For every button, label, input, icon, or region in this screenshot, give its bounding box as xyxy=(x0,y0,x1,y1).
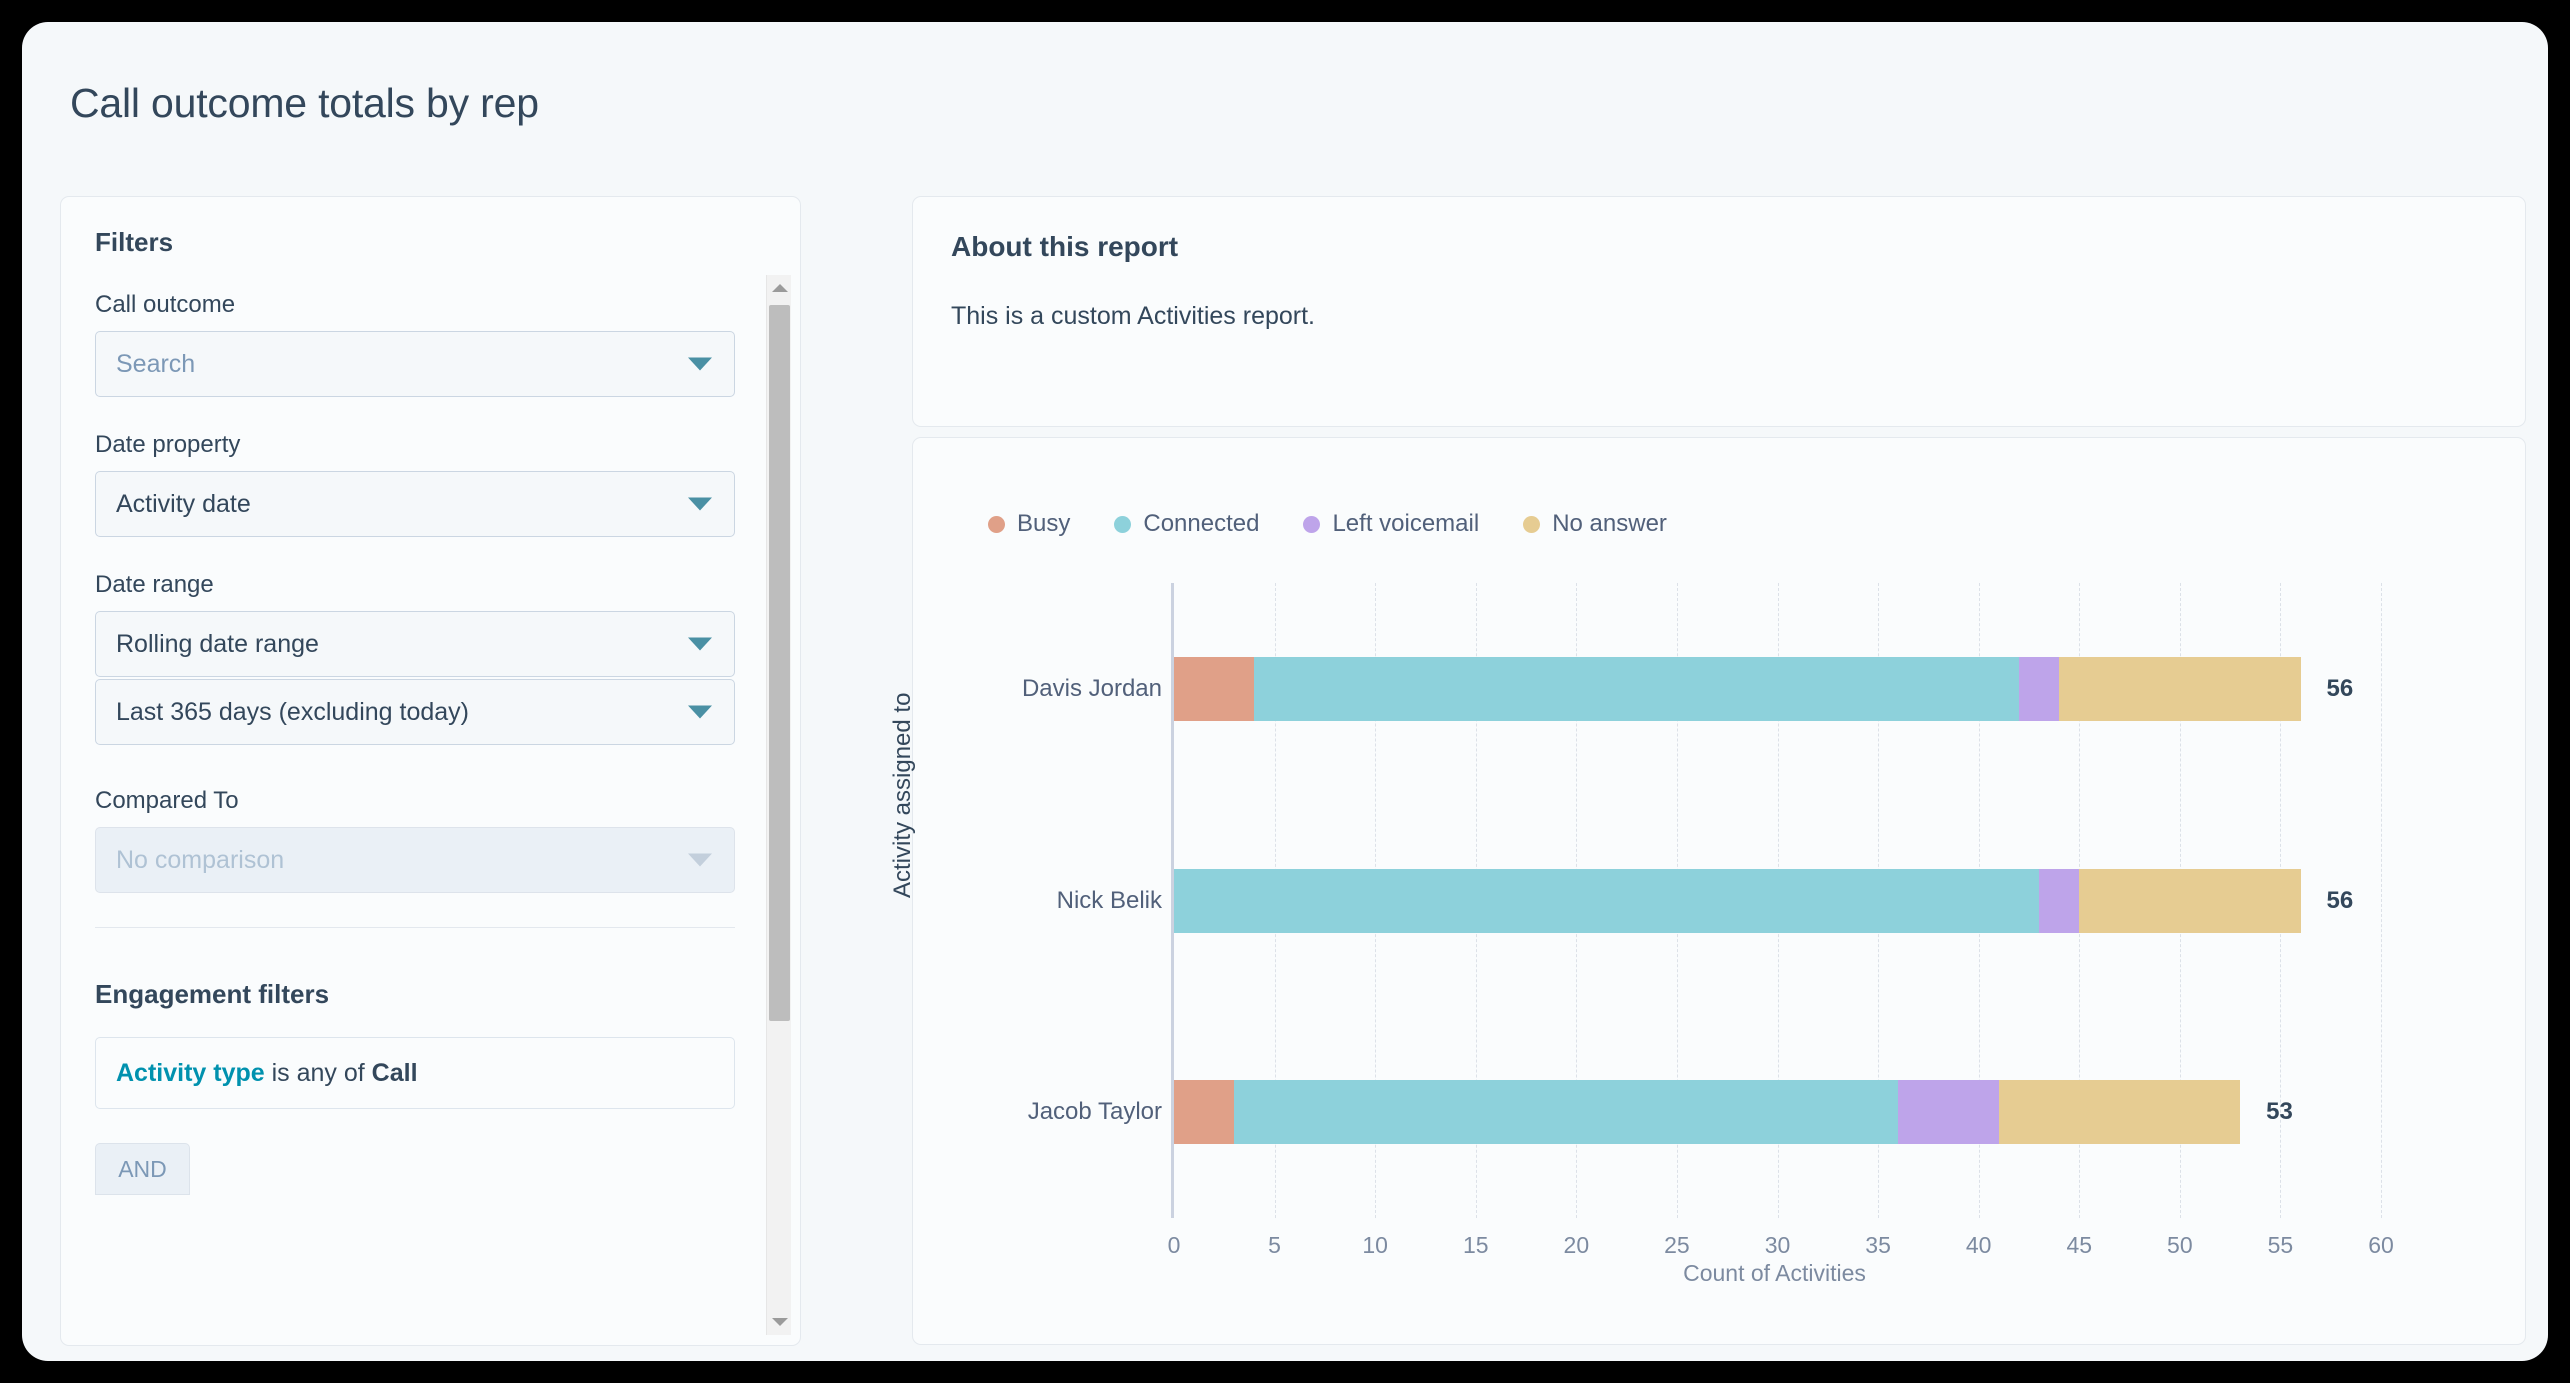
call-outcome-select[interactable]: Search xyxy=(95,331,735,397)
bar-total-label: 53 xyxy=(2266,1098,2293,1126)
field-label-date-range: Date range xyxy=(95,571,214,598)
date-property-value: Activity date xyxy=(116,489,251,518)
y-axis-title: Activity assigned to xyxy=(889,692,916,898)
engagement-filters-heading: Engagement filters xyxy=(95,979,330,1009)
field-compared-to: Compared To No comparison xyxy=(95,787,735,893)
compared-to-select[interactable]: No comparison xyxy=(95,827,735,893)
bar-row[interactable]: Nick Belik 56 xyxy=(1057,868,2381,933)
section-divider xyxy=(95,927,735,928)
chevron-down-icon xyxy=(688,853,712,867)
x-axis-title: Count of Activities xyxy=(1683,1260,1866,1286)
engagement-filter-text: Activity type is any of Call xyxy=(116,1059,418,1088)
x-tick-label: 10 xyxy=(1362,1232,1388,1258)
bar-row[interactable]: Jacob Taylor 53 xyxy=(1028,1080,2381,1145)
bar-category-label: Davis Jordan xyxy=(1021,674,1162,702)
bar-total-label: 56 xyxy=(2326,886,2354,914)
field-label-call-outcome: Call outcome xyxy=(95,291,236,318)
bar-segment-connected[interactable] xyxy=(1174,868,2040,933)
about-report-body: This is a custom Activities report. xyxy=(951,302,1316,330)
plot-area: 0 5 10 15 20 25 30 35 40 45 50 55 60 Davis Jordan 56 Ni… xyxy=(1022,583,2394,1258)
x-tick-label: 25 xyxy=(1664,1232,1690,1258)
bar-total-label: 56 xyxy=(2326,674,2354,702)
date-range-value: Rolling date range xyxy=(116,629,319,658)
x-tick-label: 30 xyxy=(1764,1232,1791,1258)
x-tick-label: 45 xyxy=(2066,1232,2093,1258)
engagement-filter-operator: is any of xyxy=(264,1058,372,1087)
field-label-date-property: Date property xyxy=(95,431,241,458)
bar-segment-no-answer[interactable] xyxy=(2059,656,2301,721)
chevron-down-icon xyxy=(688,357,712,371)
bar-segment-left-voicemail[interactable] xyxy=(2018,656,2060,721)
scroll-up-arrow-icon[interactable] xyxy=(767,275,792,301)
page-title: Call outcome totals by rep xyxy=(70,80,539,126)
engagement-filter-value: Call xyxy=(371,1058,418,1087)
engagement-filter-chip[interactable]: Activity type is any of Call xyxy=(95,1037,735,1109)
field-label-compared-to: Compared To xyxy=(95,787,239,814)
bar-segment-left-voicemail[interactable] xyxy=(2039,868,2080,933)
bar-segment-busy[interactable] xyxy=(1174,1080,1235,1145)
filters-scrollbar[interactable] xyxy=(766,275,791,1335)
x-tick-label: 50 xyxy=(2167,1232,2193,1258)
x-tick-label: 5 xyxy=(1268,1232,1281,1258)
and-button[interactable]: AND xyxy=(95,1143,190,1195)
rolling-window-value: Last 365 days (excluding today) xyxy=(116,697,469,726)
bar-segment-connected[interactable] xyxy=(1254,656,2019,721)
scrollbar-thumb[interactable] xyxy=(769,305,790,1021)
x-tick-label: 0 xyxy=(1167,1232,1181,1258)
bar-segment-no-answer[interactable] xyxy=(2079,868,2301,933)
rolling-window-select[interactable]: Last 365 days (excluding today) xyxy=(95,679,735,745)
date-range-select[interactable]: Rolling date range xyxy=(95,611,735,677)
x-tick-label: 20 xyxy=(1563,1232,1590,1258)
x-tick-label: 15 xyxy=(1462,1232,1489,1258)
about-report-card: About this report This is a custom Activ… xyxy=(912,196,2526,427)
bar-row[interactable]: Davis Jordan 56 xyxy=(1022,656,2381,721)
scroll-down-arrow-icon[interactable] xyxy=(767,1309,792,1335)
about-report-title: About this report xyxy=(951,231,1179,262)
app-window: Call outcome totals by rep Filters Call … xyxy=(22,22,2548,1361)
bar-segment-busy[interactable] xyxy=(1174,656,1255,721)
bar-segment-left-voicemail[interactable] xyxy=(1898,1080,1999,1145)
bar-segment-connected[interactable] xyxy=(1234,1080,1899,1145)
bar-segment-no-answer[interactable] xyxy=(1998,1080,2241,1145)
engagement-filter-property: Activity type xyxy=(116,1058,265,1087)
filters-scroll-area[interactable]: Call outcome Search Date property Activi… xyxy=(61,277,802,1347)
bar-category-label: Nick Belik xyxy=(1056,886,1162,914)
chart-card: Busy Connected Left voicemail No answer Act… xyxy=(889,437,2527,1346)
call-outcome-value: Search xyxy=(116,349,196,378)
x-tick-label: 55 xyxy=(2267,1232,2294,1258)
chart-plot: Activity assigned to 0 5 10 15 20 25 30 35 40 45 5… xyxy=(889,438,2527,1346)
x-tick-label: 60 xyxy=(2368,1232,2394,1258)
field-rolling-window: Last 365 days (excluding today) xyxy=(95,679,735,745)
field-date-range: Date range Rolling date range xyxy=(95,571,735,677)
filters-panel: Filters Call outcome Search Date propert… xyxy=(60,196,801,1346)
chevron-down-icon xyxy=(688,497,712,511)
field-call-outcome: Call outcome Search xyxy=(95,291,735,397)
compared-to-value: No comparison xyxy=(116,845,285,874)
x-tick-label: 35 xyxy=(1865,1232,1891,1258)
date-property-select[interactable]: Activity date xyxy=(95,471,735,537)
x-tick-label: 40 xyxy=(1965,1232,1992,1258)
filters-heading: Filters xyxy=(95,227,174,257)
field-date-property: Date property Activity date xyxy=(95,431,735,537)
chevron-down-icon xyxy=(688,637,712,651)
bar-category-label: Jacob Taylor xyxy=(1027,1098,1162,1126)
chevron-down-icon xyxy=(688,705,712,719)
gridline xyxy=(2381,583,2382,1218)
